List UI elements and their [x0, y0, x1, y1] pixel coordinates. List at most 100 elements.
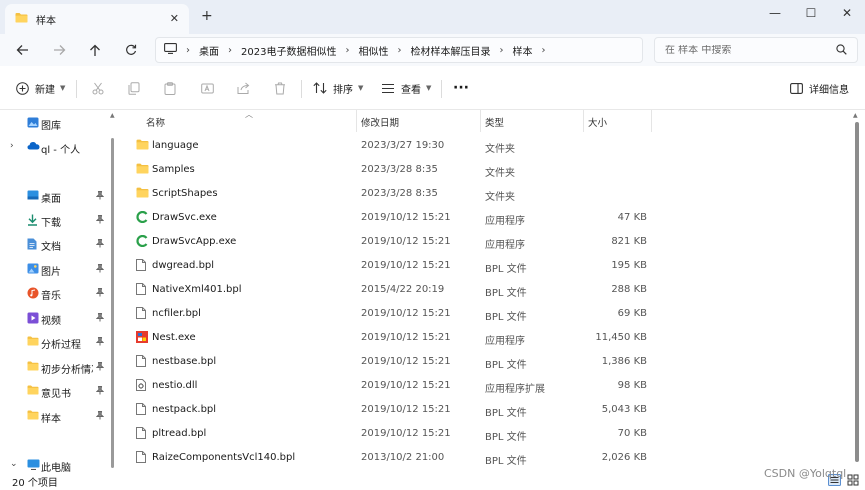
sidebar-item-videos[interactable]: 视频: [0, 307, 112, 329]
sidebar-item-analysis-process[interactable]: 分析过程: [0, 331, 112, 353]
table-row[interactable]: ncfiler.bpl 2019/10/12 15:21 BPL 文件 69 KB: [122, 302, 857, 326]
search-box[interactable]: [654, 37, 858, 63]
pin-icon[interactable]: [95, 191, 105, 203]
file-icon: [136, 259, 146, 274]
file-date: 2019/10/12 15:21: [361, 428, 451, 439]
search-input[interactable]: [665, 44, 835, 56]
sidebar-item-desktop[interactable]: 桌面: [0, 185, 112, 207]
pin-icon[interactable]: [95, 337, 105, 349]
sidebar-item-sample[interactable]: 样本: [0, 405, 112, 427]
sort-icon: [313, 82, 327, 94]
address-bar[interactable]: › 桌面 › 2023电子数据相似性 › 相似性 › 检材样本解压目录 › 样本…: [155, 37, 643, 63]
table-row[interactable]: RaizeComponentsVcl140.bpl 2013/10/2 21:00…: [122, 446, 857, 470]
tiles-view-icon[interactable]: [847, 474, 859, 489]
table-row[interactable]: nestbase.bpl 2019/10/12 15:21 BPL 文件 1,386 …: [122, 350, 857, 374]
table-row[interactable]: ScriptShapes 2023/3/28 8:35 文件夹: [122, 182, 857, 206]
column-divider[interactable]: [356, 110, 357, 132]
table-row[interactable]: nestio.dll 2019/10/12 15:21 应用程序扩展 98 KB: [122, 374, 857, 398]
column-divider[interactable]: [651, 110, 652, 132]
chevron-down-icon[interactable]: ⌄: [10, 459, 18, 469]
pin-icon[interactable]: [95, 288, 105, 300]
toolbar-divider: [76, 80, 77, 98]
maximize-button[interactable]: ☐: [793, 0, 829, 26]
breadcrumb-desktop[interactable]: 桌面: [199, 43, 219, 58]
up-button[interactable]: [85, 40, 105, 60]
drawsvc-app-icon: [136, 210, 148, 226]
column-header-name[interactable]: 名称: [146, 115, 165, 129]
tab-sample[interactable]: 样本 ✕: [5, 4, 189, 34]
trash-icon: [275, 82, 285, 94]
file-list-scrollbar-thumb[interactable]: [855, 122, 859, 462]
delete-button[interactable]: [270, 78, 290, 98]
file-size: 47 KB: [617, 212, 647, 223]
cut-button[interactable]: [88, 78, 108, 98]
table-row[interactable]: Samples 2023/3/28 8:35 文件夹: [122, 158, 857, 182]
pin-icon[interactable]: [95, 411, 105, 423]
table-row[interactable]: dwgread.bpl 2019/10/12 15:21 BPL 文件 195 KB: [122, 254, 857, 278]
pin-icon[interactable]: [95, 215, 105, 227]
sidebar-item-documents[interactable]: 文档: [0, 233, 112, 255]
watermark: CSDN @Yolqtql: [764, 467, 847, 480]
sidebar-item-label: 此电脑: [41, 463, 71, 472]
column-divider[interactable]: [480, 110, 481, 132]
table-row[interactable]: DrawSvc.exe 2019/10/12 15:21 应用程序 47 KB: [122, 206, 857, 230]
scroll-up-arrow-icon[interactable]: ▲: [853, 112, 858, 119]
sidebar-item-label: ql - 个人: [41, 145, 81, 156]
sidebar-item-gallery[interactable]: 图库: [0, 112, 112, 134]
pin-icon[interactable]: [95, 386, 105, 398]
chevron-right-icon[interactable]: ›: [541, 45, 545, 56]
back-button[interactable]: [12, 40, 32, 60]
table-row[interactable]: NativeXml401.bpl 2015/4/22 20:19 BPL 文件 288…: [122, 278, 857, 302]
pin-icon[interactable]: [95, 313, 105, 325]
table-row[interactable]: DrawSvcApp.exe 2019/10/12 15:21 应用程序 821 KB: [122, 230, 857, 254]
column-header-type[interactable]: 类型: [485, 115, 504, 129]
new-button[interactable]: 新建 ▼: [16, 78, 65, 98]
column-header-date[interactable]: 修改日期: [361, 115, 399, 129]
sort-ascending-icon: ︿: [245, 110, 253, 119]
sidebar-scrollbar-thumb[interactable]: [111, 138, 114, 468]
folder-icon: [136, 187, 149, 201]
sidebar-item-this-pc[interactable]: ⌄ 此电脑: [0, 454, 112, 472]
pin-icon[interactable]: [95, 264, 105, 276]
file-type: 文件夹: [485, 144, 515, 155]
details-pane-button[interactable]: 详细信息: [790, 78, 849, 98]
view-button[interactable]: 查看 ▼: [381, 78, 431, 98]
column-header-size[interactable]: 大小: [588, 115, 607, 129]
table-row[interactable]: pltread.bpl 2019/10/12 15:21 BPL 文件 70 KB: [122, 422, 857, 446]
file-name: nestio.dll: [152, 380, 198, 391]
breadcrumb-similarity-project[interactable]: 2023电子数据相似性: [241, 43, 336, 58]
share-button[interactable]: [233, 78, 253, 98]
sidebar-item-onedrive[interactable]: › ql - 个人: [0, 136, 112, 158]
table-row[interactable]: nestpack.bpl 2019/10/12 15:21 BPL 文件 5,043 …: [122, 398, 857, 422]
breadcrumb-sample[interactable]: 样本: [512, 43, 532, 58]
column-divider[interactable]: [583, 110, 584, 132]
scroll-up-arrow-icon[interactable]: ▲: [110, 112, 115, 119]
table-row[interactable]: language 2023/3/27 19:30 文件夹: [122, 134, 857, 158]
chevron-right-icon[interactable]: ›: [10, 141, 14, 151]
more-options-button[interactable]: ···: [453, 78, 469, 98]
file-type: BPL 文件: [485, 360, 527, 371]
paste-button[interactable]: [160, 78, 180, 98]
this-pc-icon: [27, 459, 40, 472]
sidebar-item-preliminary-analysis[interactable]: 初步分析情况: [0, 356, 112, 378]
pin-icon[interactable]: [95, 362, 105, 374]
close-button[interactable]: ✕: [829, 0, 865, 26]
sidebar-item-downloads[interactable]: 下载: [0, 209, 112, 231]
refresh-button[interactable]: [121, 40, 141, 60]
breadcrumb-extract-dir[interactable]: 检材样本解压目录: [410, 43, 490, 58]
sort-button[interactable]: 排序 ▼: [313, 78, 363, 98]
sidebar-item-pictures[interactable]: 图片: [0, 258, 112, 280]
tab-close-icon[interactable]: ✕: [170, 12, 179, 25]
download-icon: [27, 214, 38, 229]
table-row[interactable]: Nest.exe 2019/10/12 15:21 应用程序 11,450 KB: [122, 326, 857, 350]
sidebar-item-opinion[interactable]: 意见书: [0, 380, 112, 402]
copy-button[interactable]: [124, 78, 144, 98]
pin-icon[interactable]: [95, 239, 105, 251]
breadcrumb-similarity[interactable]: 相似性: [358, 43, 388, 58]
forward-button[interactable]: [49, 40, 69, 60]
rename-button[interactable]: [197, 78, 217, 98]
search-icon[interactable]: [836, 44, 847, 58]
sidebar-item-music[interactable]: 音乐: [0, 282, 112, 304]
minimize-button[interactable]: —: [757, 0, 793, 26]
new-tab-button[interactable]: +: [201, 8, 213, 24]
